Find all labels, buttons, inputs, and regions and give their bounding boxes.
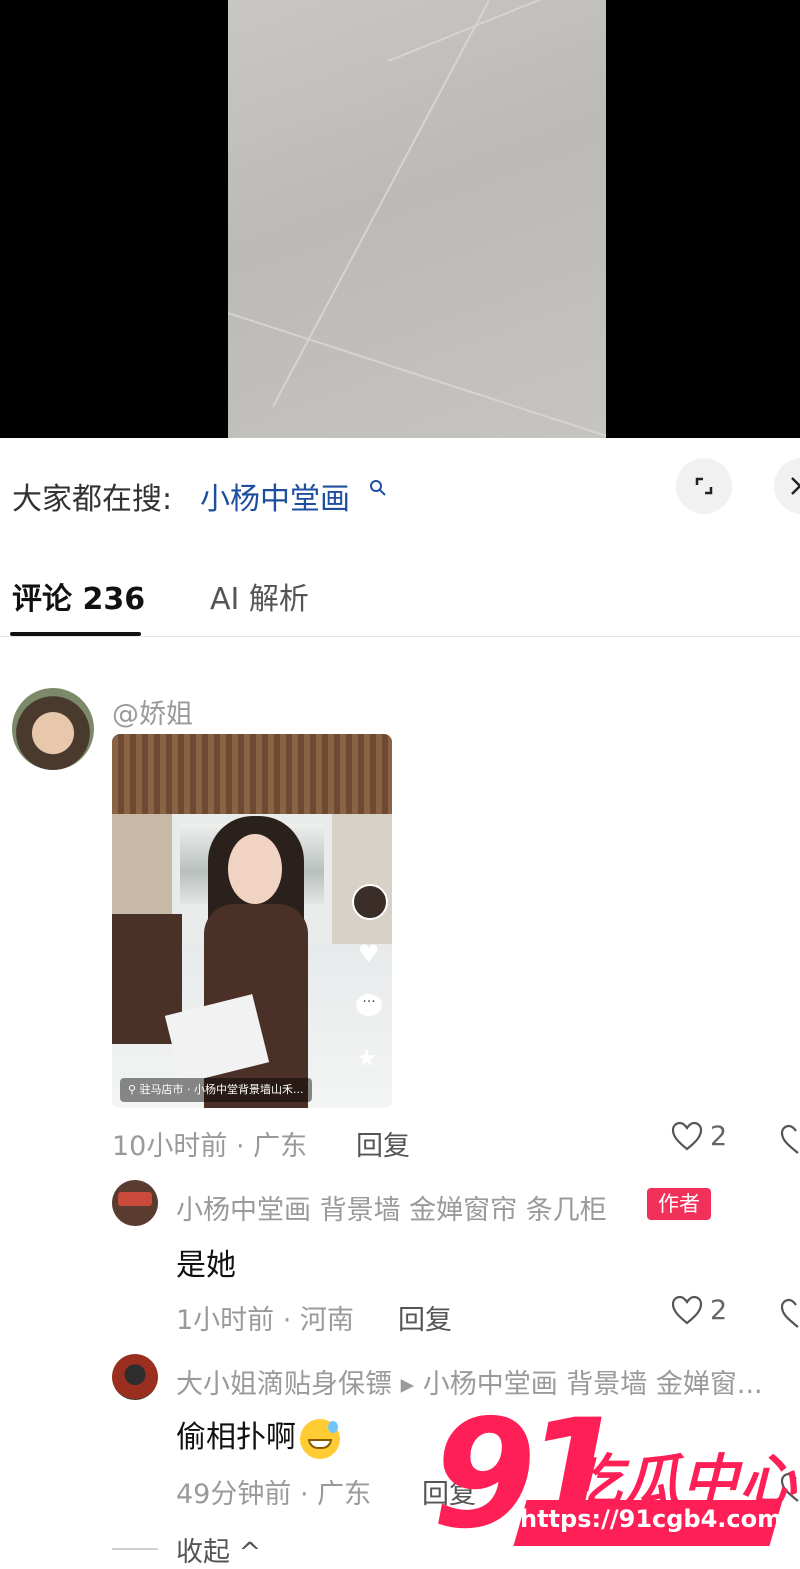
tab-ai-analysis[interactable]: AI 解析: [210, 574, 309, 618]
like-button[interactable]: 2: [670, 1294, 727, 1326]
like-count: 2: [710, 1120, 728, 1152]
collapse-replies-button[interactable]: 收起 ^: [176, 1530, 261, 1569]
location-pin-icon: ⚲: [128, 1083, 140, 1096]
heart-outline-icon: [671, 1295, 703, 1325]
location-tag: ⚲ 驻马店市 · 小杨中堂背景墙山禾...: [120, 1078, 312, 1102]
heart-icon: ♥: [358, 940, 380, 968]
reply-text: 偷相扑啊: [176, 1412, 340, 1459]
tab-comments[interactable]: 评论 236: [12, 574, 145, 618]
divider: [112, 1548, 158, 1550]
comment-bubble-icon: ···: [356, 994, 382, 1016]
avatar[interactable]: [112, 1180, 158, 1226]
comment-image[interactable]: ♥ ··· ★ ⚲ 驻马店市 · 小杨中堂背景墙山禾...: [112, 734, 392, 1108]
dislike-icon[interactable]: [778, 1122, 800, 1156]
search-prefix: 大家都在搜:: [12, 482, 173, 517]
watermark-url: https://91cgb4.com: [520, 1505, 783, 1533]
search-icon: [370, 480, 386, 496]
reply-button[interactable]: 回复: [398, 1298, 452, 1337]
grinning-sweat-emoji-icon: [300, 1418, 340, 1459]
reply-meta: 49分钟前 · 广东: [176, 1479, 372, 1510]
heart-outline-icon: [671, 1121, 703, 1151]
reply-username[interactable]: 小杨中堂画 背景墙 金婵窗帘 条几柜: [176, 1188, 607, 1227]
avatar[interactable]: [112, 1354, 158, 1400]
author-badge: 作者: [647, 1188, 711, 1220]
expand-icon: [695, 477, 713, 495]
reply-meta: 1小时前 · 河南: [176, 1305, 354, 1336]
expand-button[interactable]: [676, 458, 732, 514]
star-icon: ★: [356, 1044, 378, 1072]
avatar: [352, 884, 388, 920]
divider: [0, 636, 800, 637]
reply-text: 是她: [176, 1248, 236, 1283]
search-suggestion-link[interactable]: 小杨中堂画: [200, 474, 350, 518]
video-frame: [228, 0, 606, 438]
close-icon: [791, 477, 800, 495]
dislike-icon[interactable]: [778, 1296, 800, 1330]
comment-username[interactable]: @娇姐: [112, 692, 193, 731]
like-button[interactable]: 2: [670, 1120, 727, 1152]
comment-meta: 10小时前 · 广东: [112, 1131, 308, 1162]
avatar[interactable]: [12, 688, 94, 770]
like-count: 2: [710, 1294, 728, 1326]
reply-button[interactable]: 回复: [356, 1124, 410, 1163]
video-player[interactable]: [0, 0, 800, 438]
